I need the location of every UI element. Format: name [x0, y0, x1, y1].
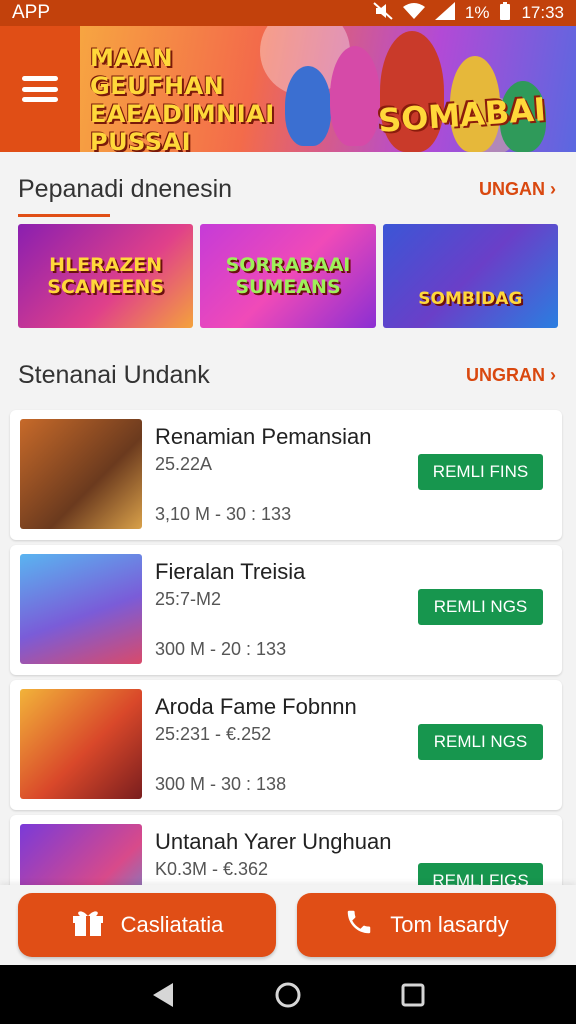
chevron-right-icon: ›: [550, 364, 556, 385]
section-featured-header: Pepanadi dnenesin UNGAN ›: [0, 172, 576, 206]
battery-percent: 1%: [464, 3, 490, 22]
section-featured-title: Pepanadi dnenesin: [18, 174, 233, 203]
featured-card-3[interactable]: SOMBIDAG: [382, 224, 558, 328]
hero-title: MAAN GEUFHAN EAEADIMNIAI PUSSAI TACR!!: [90, 44, 275, 152]
list-item-title: Renamian Pemansian: [155, 424, 372, 449]
battery-icon: [499, 1, 511, 25]
bottom-action-bar: Casliatatia Tom lasardy: [0, 885, 576, 965]
home-circle-icon[interactable]: [273, 980, 303, 1010]
section-featured-underline: [18, 214, 110, 217]
list-item[interactable]: Aroda Fame Fobnnn 25:231 - €.252 300 M -…: [10, 680, 562, 810]
list-item-meta: 3,10 M - 30 : 133: [155, 504, 292, 524]
gift-action-label: Casliatatia: [120, 912, 224, 937]
featured-carousel: HLERAZEN SCAMEENS SORRABAAI SUMEANS SOMB…: [18, 224, 558, 328]
hero-character-2: [330, 46, 380, 146]
section-featured-link[interactable]: UNGAN ›: [479, 179, 556, 200]
section-list-title: Stenanai Undank: [18, 360, 210, 389]
list-item-title: Fieralan Treisia: [155, 559, 306, 584]
silent-icon: [373, 1, 393, 25]
featured-card-3-label: SOMBIDAG: [418, 289, 523, 309]
list-item-action-button[interactable]: REMLI FINS: [418, 454, 543, 490]
signal-icon: [434, 1, 455, 25]
phone-icon: [344, 907, 374, 943]
list-item-subtitle: K0.3M - €.362: [155, 859, 269, 879]
list-item-subtitle: 25:231 - €.252: [155, 724, 272, 744]
list-item-action-button[interactable]: REMLI NGS: [418, 589, 543, 625]
back-triangle-icon[interactable]: [148, 980, 178, 1010]
clock: 17:33: [521, 3, 564, 22]
featured-card-1-label: HLERAZEN SCAMEENS: [47, 254, 165, 298]
list-item[interactable]: Fieralan Treisia 25:7-M2 300 M - 20 : 13…: [10, 545, 562, 675]
list-item-thumbnail: [20, 689, 142, 799]
call-action-label: Tom lasardy: [390, 912, 509, 937]
list-item-thumbnail: [20, 419, 142, 529]
call-action-button[interactable]: Tom lasardy: [297, 893, 556, 957]
list-item-subtitle: 25:7-M2: [155, 589, 222, 609]
menu-button[interactable]: [0, 26, 80, 152]
list-item-meta: 300 M - 30 : 138: [155, 774, 287, 794]
chevron-right-icon: ›: [550, 178, 556, 199]
list-item-title: Untanah Yarer Unghuan: [155, 829, 392, 854]
system-nav-bar: [0, 965, 576, 1024]
section-list-header: Stenanai Undank UNGRAN ›: [0, 358, 576, 392]
gift-icon: [71, 907, 105, 943]
list-item-action-button[interactable]: REMLI NGS: [418, 724, 543, 760]
featured-card-2-label: SORRABAAI SUMEANS: [225, 254, 351, 298]
wifi-icon: [402, 2, 425, 25]
status-app-label: APP: [12, 2, 51, 23]
recents-square-icon[interactable]: [398, 980, 428, 1010]
app-header: MAAN GEUFHAN EAEADIMNIAI PUSSAI TACR!! S…: [0, 26, 576, 152]
list-item-thumbnail: [20, 554, 142, 664]
status-bar: APP 1% 17:33: [0, 0, 576, 26]
status-icons: 1% 17:33: [373, 1, 564, 25]
featured-card-2[interactable]: SORRABAAI SUMEANS: [200, 224, 376, 328]
list-item-meta: 300 M - 20 : 133: [155, 639, 287, 659]
hero-banner[interactable]: MAAN GEUFHAN EAEADIMNIAI PUSSAI TACR!! S…: [80, 26, 576, 152]
section-list-link[interactable]: UNGRAN ›: [466, 365, 556, 386]
gift-action-button[interactable]: Casliatatia: [18, 893, 276, 957]
game-list: Renamian Pemansian 25.22A 3,10 M - 30 : …: [10, 410, 562, 950]
hero-character-1: [285, 66, 331, 146]
list-item-subtitle: 25.22A: [155, 454, 213, 474]
featured-card-1[interactable]: HLERAZEN SCAMEENS: [18, 224, 194, 328]
list-item[interactable]: Renamian Pemansian 25.22A 3,10 M - 30 : …: [10, 410, 562, 540]
list-item-title: Aroda Fame Fobnnn: [155, 694, 357, 719]
hamburger-menu-icon: [22, 76, 58, 102]
